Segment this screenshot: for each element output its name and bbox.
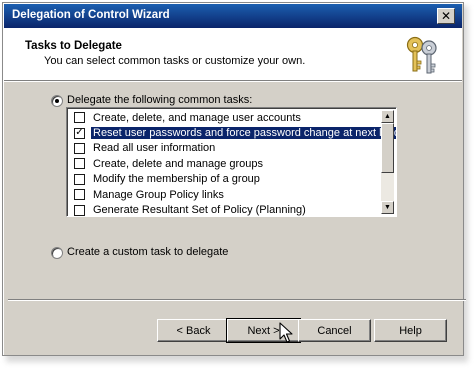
- mouse-cursor-icon: [279, 322, 293, 343]
- arrow-down-icon: ▼: [384, 204, 391, 211]
- task-list: Create, delete, and manage user accounts…: [69, 110, 396, 217]
- task-row[interactable]: Read all user information: [69, 141, 382, 156]
- task-row[interactable]: Create, delete and manage groups: [69, 156, 382, 171]
- back-button[interactable]: < Back: [157, 319, 230, 342]
- task-checkbox[interactable]: [74, 158, 85, 170]
- radio-custom-task-label[interactable]: Create a custom task to delegate: [67, 246, 228, 258]
- task-checkbox[interactable]: [74, 204, 85, 216]
- keys-icon: [406, 36, 437, 74]
- radio-selected-dot: [55, 99, 59, 103]
- task-row[interactable]: Generate Resultant Set of Policy (Planni…: [69, 202, 382, 217]
- task-row[interactable]: Create, delete, and manage user accounts: [69, 110, 382, 125]
- footer-separator: [8, 299, 466, 301]
- task-row[interactable]: Manage Group Policy links: [69, 187, 382, 202]
- task-row[interactable]: Modify the membership of a group: [69, 172, 382, 187]
- scroll-thumb[interactable]: [381, 123, 394, 173]
- radio-common-tasks-label[interactable]: Delegate the following common tasks:: [67, 94, 252, 106]
- task-label: Create, delete, and manage user accounts: [93, 111, 301, 124]
- cancel-button[interactable]: Cancel: [298, 319, 371, 342]
- close-button[interactable]: ✕: [437, 8, 455, 24]
- close-icon: ✕: [440, 9, 452, 23]
- radio-common-tasks[interactable]: [51, 95, 63, 107]
- title-bar[interactable]: Delegation of Control Wizard ✕: [4, 4, 462, 28]
- task-checkbox[interactable]: ✓: [74, 127, 85, 139]
- task-label: Read all user information: [93, 142, 216, 155]
- arrow-up-icon: ▲: [384, 113, 391, 120]
- task-label: Manage Group Policy links: [93, 188, 224, 201]
- task-label: Modify the membership of a group: [93, 173, 260, 186]
- radio-custom-task[interactable]: [51, 247, 63, 259]
- task-checkbox[interactable]: [74, 112, 85, 124]
- scroll-down-button[interactable]: ▼: [381, 201, 394, 214]
- vertical-scrollbar[interactable]: ▲ ▼: [381, 110, 394, 214]
- task-checkbox[interactable]: [74, 189, 85, 201]
- task-checkbox[interactable]: [74, 142, 85, 154]
- task-label: Create, delete and manage groups: [93, 157, 264, 170]
- task-listbox[interactable]: Create, delete, and manage user accounts…: [66, 107, 397, 217]
- task-row[interactable]: ✓ Reset user passwords and force password…: [69, 125, 396, 140]
- task-label: Reset user passwords and force password …: [91, 127, 396, 140]
- window-title: Delegation of Control Wizard: [12, 9, 170, 21]
- task-label: Generate Resultant Set of Policy (Planni…: [93, 204, 306, 217]
- task-checkbox[interactable]: [74, 173, 85, 185]
- page-subtitle: You can select common tasks or customize…: [44, 55, 306, 67]
- scroll-up-button[interactable]: ▲: [381, 110, 394, 123]
- wizard-header: Tasks to Delegate You can select common …: [4, 28, 462, 81]
- page-title: Tasks to Delegate: [25, 40, 122, 52]
- help-button[interactable]: Help: [374, 319, 447, 342]
